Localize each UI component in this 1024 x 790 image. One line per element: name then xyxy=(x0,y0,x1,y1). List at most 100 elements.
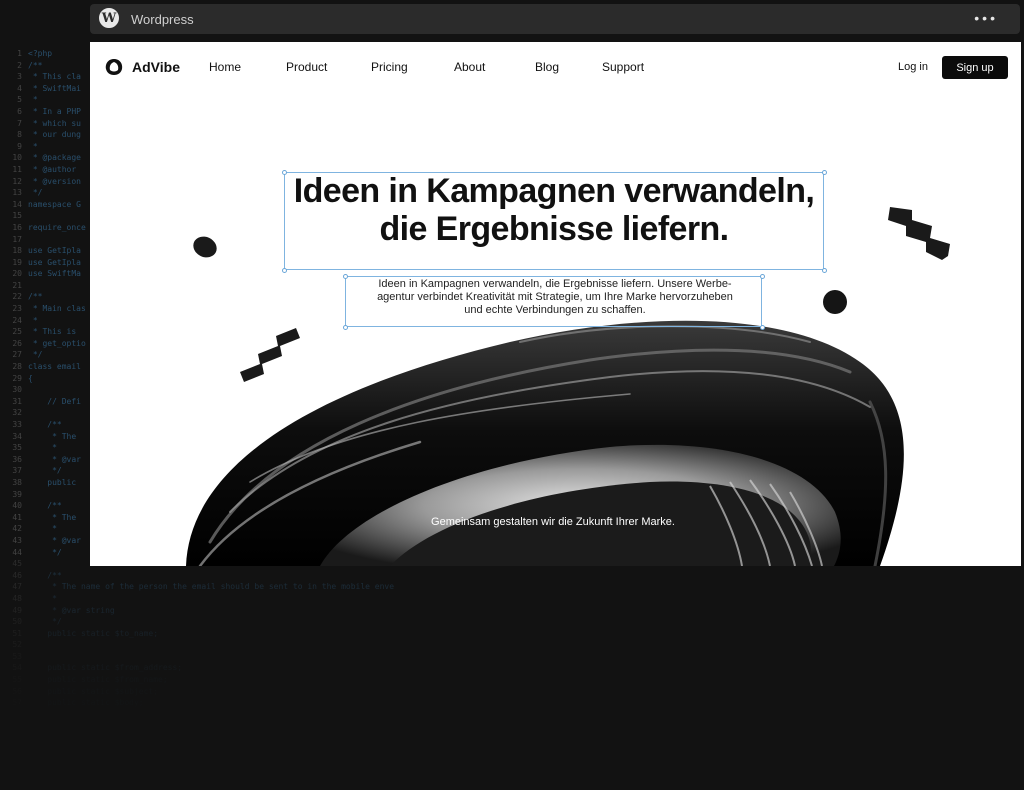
selection-handle[interactable] xyxy=(281,267,287,273)
code-line-number: 35 xyxy=(12,443,22,453)
code-line-text: /** xyxy=(28,420,62,429)
code-line-number: 30 xyxy=(12,385,22,395)
selection-handle[interactable] xyxy=(759,324,765,330)
code-line-text: /** xyxy=(28,501,62,511)
code-line-number: 19 xyxy=(12,257,22,267)
code-line-text: */ xyxy=(28,466,62,476)
code-line-number: 10 xyxy=(12,153,22,163)
code-line-text: class email xyxy=(28,362,81,372)
code-line-text: * This is xyxy=(28,327,77,337)
code-line-text: public xyxy=(28,477,77,487)
code-line-number: 18 xyxy=(12,246,22,256)
code-line-number: 7 xyxy=(17,118,22,128)
code-line-number: 44 xyxy=(12,547,22,557)
code-line-number: 14 xyxy=(12,199,22,209)
nav-link-pricing[interactable]: Pricing xyxy=(371,60,408,74)
nav-link-home[interactable]: Home xyxy=(209,60,241,74)
code-line-text: * The xyxy=(28,512,77,522)
code-line-text: * The xyxy=(28,431,77,441)
brand-logo[interactable]: AdVibe xyxy=(104,57,180,77)
selection-handle[interactable] xyxy=(342,273,348,279)
window-titlebar: W Wordpress ••• xyxy=(90,4,1020,34)
code-line-text: * Main clas xyxy=(28,304,86,314)
hero-headline-line-1: Ideen in Kampagnen verwandeln, xyxy=(293,172,815,210)
code-line-number: 40 xyxy=(12,501,22,511)
code-line-number: 37 xyxy=(12,466,22,476)
code-line-text: * @author xyxy=(28,164,77,174)
code-line-text: */ xyxy=(28,188,43,198)
code-line-number: 8 xyxy=(17,130,22,140)
code-line-number: 6 xyxy=(17,106,22,116)
code-line-number: 5 xyxy=(17,95,22,105)
code-line-number: 2 xyxy=(17,60,22,70)
code-line-number: 13 xyxy=(12,188,22,198)
code-line-number: 24 xyxy=(12,315,22,325)
code-line-text: { xyxy=(28,373,33,383)
code-line-text: * xyxy=(28,315,38,325)
code-line-text: use GetIpla xyxy=(28,246,81,256)
code-line-text: * @version xyxy=(28,176,81,186)
nav-link-product[interactable]: Product xyxy=(286,60,327,74)
code-line-text: namespace G xyxy=(28,199,81,209)
code-line-text: * get_optio xyxy=(28,338,86,348)
code-line-text: /** xyxy=(28,60,43,70)
code-line-number: 28 xyxy=(12,362,22,372)
code-fade-overlay xyxy=(0,560,1024,790)
hero-subtext: Ideen in Kampagnen verwandeln, die Ergeb… xyxy=(348,278,762,317)
code-line-number: 20 xyxy=(12,269,22,279)
code-line-number: 32 xyxy=(12,408,22,418)
hero-headline: Ideen in Kampagnen verwandeln, die Ergeb… xyxy=(284,172,824,248)
hero-headline-line-2: die Ergebnisse liefern. xyxy=(379,210,730,248)
code-line-number: 41 xyxy=(12,512,22,522)
code-line-number: 34 xyxy=(12,431,22,441)
code-line-number: 25 xyxy=(12,327,22,337)
code-line-number: 21 xyxy=(12,280,22,290)
code-line-number: 42 xyxy=(12,524,22,534)
code-line-number: 3 xyxy=(17,72,22,82)
hero-subtext-line-1: Ideen in Kampagnen verwandeln, die Ergeb… xyxy=(378,278,732,290)
code-line-text: */ xyxy=(28,547,62,557)
code-line-text: /** xyxy=(28,292,43,302)
code-line-number: 26 xyxy=(12,338,22,348)
code-line-text: * @var xyxy=(28,454,81,464)
code-line-text: * xyxy=(28,443,57,453)
more-dots-icon[interactable]: ••• xyxy=(974,10,998,26)
code-line-number: 1 xyxy=(17,49,22,58)
advibe-logo-icon xyxy=(105,59,123,75)
code-line-text: * In a PHP xyxy=(28,106,81,116)
selection-handle[interactable] xyxy=(821,267,827,273)
code-line-number: 33 xyxy=(12,420,22,429)
code-line-text: * xyxy=(28,141,38,151)
code-line-number: 9 xyxy=(17,141,22,151)
code-line-text: require_once xyxy=(28,222,86,232)
code-line-number: 11 xyxy=(12,164,22,174)
code-line-text: * which su xyxy=(28,118,81,128)
code-line-number: 23 xyxy=(12,304,22,314)
signup-button[interactable]: Sign up xyxy=(942,56,1008,79)
floating-sphere-shape xyxy=(823,290,847,314)
code-line-text: * xyxy=(28,524,57,534)
code-line-text: * xyxy=(28,95,38,105)
floating-zigzag-right xyxy=(888,207,950,260)
code-line-number: 17 xyxy=(12,234,22,244)
code-line-number: 31 xyxy=(12,396,22,406)
selection-handle[interactable] xyxy=(342,324,348,330)
code-line-number: 12 xyxy=(12,176,22,186)
nav-link-about[interactable]: About xyxy=(454,60,485,74)
code-line-number: 16 xyxy=(12,222,22,232)
code-line-number: 39 xyxy=(12,489,22,499)
code-line-number: 43 xyxy=(12,535,22,545)
code-line-text: * This cla xyxy=(28,72,81,82)
nav-link-blog[interactable]: Blog xyxy=(535,60,559,74)
floating-disc-shape xyxy=(193,236,217,258)
website-page: AdVibe Home Product Pricing About Blog S… xyxy=(90,42,1021,566)
code-line-text: // Defi xyxy=(28,396,81,406)
login-link[interactable]: Log in xyxy=(898,61,928,73)
wordpress-icon: W xyxy=(99,8,119,28)
code-line-number: 38 xyxy=(12,477,22,487)
code-line-number: 15 xyxy=(12,211,22,221)
code-line-text: * @var xyxy=(28,535,81,545)
code-line-text: * our dung xyxy=(28,130,81,140)
nav-link-support[interactable]: Support xyxy=(602,60,644,74)
brand-name: AdVibe xyxy=(132,59,180,75)
